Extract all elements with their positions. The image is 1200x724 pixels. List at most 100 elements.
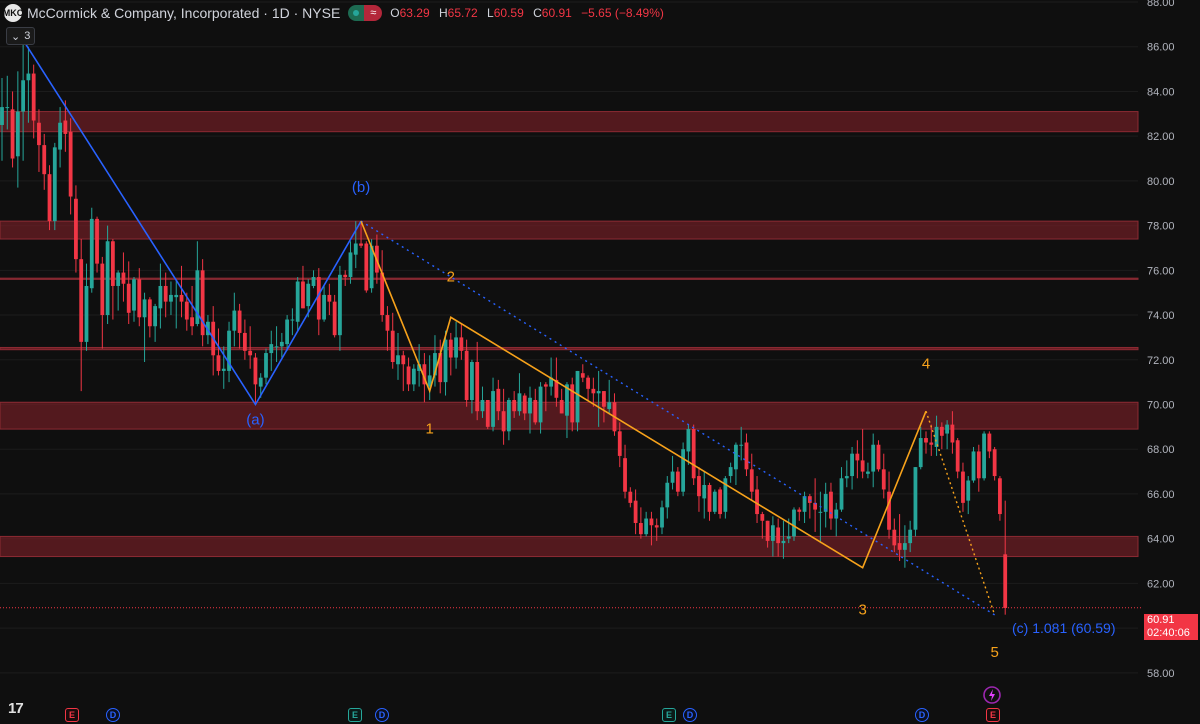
candle-body — [586, 377, 590, 389]
candle-body — [528, 397, 532, 414]
candle-body — [116, 272, 121, 286]
candle-body — [987, 433, 992, 452]
candle-body — [153, 306, 158, 327]
last-price-tag: 60.91 02:40:06 — [1144, 614, 1198, 640]
dividend-marker[interactable]: D — [915, 708, 929, 722]
candle-body — [897, 543, 902, 550]
candle-body — [697, 476, 701, 497]
candle-body — [892, 529, 897, 546]
price-zone — [0, 401, 1139, 430]
price-tick-label: 62.00 — [1147, 578, 1175, 590]
earnings-marker[interactable]: E — [986, 708, 1000, 722]
price-tick-label: 72.00 — [1147, 355, 1175, 367]
price-chart[interactable]: (a)(b)12345 58.0060.0062.0064.0066.0068.… — [0, 0, 1200, 724]
candle-body — [0, 107, 4, 125]
candle-body — [279, 341, 284, 347]
candle-body — [945, 424, 950, 434]
candle-body — [707, 484, 712, 512]
candle-body — [955, 440, 960, 472]
chart-grid — [0, 1, 1142, 674]
candle-body — [992, 449, 997, 477]
price-tick-label: 66.00 — [1147, 489, 1175, 501]
candle-body — [264, 353, 268, 378]
candle-body — [443, 339, 448, 383]
candle-body — [681, 449, 686, 492]
candle-body — [327, 294, 332, 302]
earnings-marker[interactable]: E — [348, 708, 362, 722]
market-status-pill[interactable]: ≈ — [348, 5, 383, 21]
candle-body — [818, 511, 823, 513]
orange-wave-label: 3 — [858, 602, 866, 619]
candle-body — [269, 344, 274, 354]
candle-body — [602, 391, 606, 407]
candle-body — [739, 444, 744, 446]
event-lightning-icon[interactable] — [982, 685, 1002, 705]
candle-body — [89, 218, 94, 289]
price-zone — [0, 111, 1139, 133]
candle-body — [982, 433, 986, 479]
candle-body — [866, 471, 870, 474]
candle-body — [285, 319, 290, 345]
candle-body — [786, 536, 791, 539]
dividend-marker[interactable]: D — [106, 708, 120, 722]
candle-body — [5, 107, 10, 109]
candle-body — [137, 279, 142, 318]
candle-body — [169, 294, 173, 302]
earnings-marker[interactable]: E — [65, 708, 79, 722]
candle-body — [924, 438, 928, 443]
candle-body — [665, 482, 670, 508]
candle-body — [406, 366, 411, 385]
candle-body — [623, 458, 627, 492]
candle-body — [190, 317, 194, 327]
ohlc-close-key: C — [533, 6, 542, 20]
candle-body — [348, 252, 353, 278]
candle-body — [728, 467, 733, 477]
candle-body — [359, 243, 363, 246]
market-open-icon — [348, 5, 365, 21]
candle-body — [63, 120, 68, 134]
price-tick-label: 74.00 — [1147, 310, 1175, 322]
candle-body — [802, 496, 807, 512]
candle-body — [654, 525, 659, 528]
candle-body — [686, 429, 691, 452]
candle-body — [52, 147, 57, 222]
candle-body — [712, 491, 717, 512]
candle-body — [633, 500, 638, 524]
candle-body — [237, 310, 242, 333]
price-zone — [0, 220, 1139, 240]
orange-wave-label: 4 — [922, 356, 930, 373]
candle-body — [755, 489, 759, 515]
candle-body — [607, 402, 612, 409]
company-logo-icon: MKC — [3, 4, 23, 22]
ohlc-open-value: 63.29 — [399, 6, 430, 20]
candle-body — [343, 274, 348, 278]
candle-body — [744, 442, 749, 470]
candle-body — [660, 507, 664, 528]
earnings-marker[interactable]: E — [662, 708, 676, 722]
candle-body — [95, 218, 99, 264]
price-tick-label: 78.00 — [1147, 221, 1175, 233]
price-zone — [0, 277, 1139, 280]
candle-body — [364, 243, 369, 291]
candle-body — [311, 277, 316, 286]
wave-indicator-icon: ≈ — [364, 5, 383, 21]
candle-body — [221, 368, 226, 371]
symbol-title[interactable]: McCormick & Company, Incorporated · 1D ·… — [27, 5, 340, 21]
price-axis[interactable]: 58.0060.0062.0064.0066.0068.0070.0072.00… — [1147, 0, 1175, 680]
tradingview-logo-icon[interactable]: 17 — [8, 700, 24, 717]
candle-body — [675, 471, 680, 492]
indicator-count: 3 — [24, 30, 31, 42]
price-tick-label: 58.00 — [1147, 668, 1175, 680]
fib-extension-label: (c) 1.081 (60.59) — [1012, 620, 1116, 636]
candle-body — [776, 527, 781, 544]
candle-body — [10, 109, 15, 159]
candle-body — [491, 391, 495, 427]
candle-body — [512, 400, 517, 412]
candle-body — [522, 395, 527, 414]
candle-body — [448, 339, 453, 358]
dividend-marker[interactable]: D — [375, 708, 389, 722]
candle-body — [21, 80, 26, 112]
dividend-marker[interactable]: D — [683, 708, 697, 722]
indicators-collapse-button[interactable]: ⌄ 3 — [6, 27, 36, 45]
candle-body — [301, 281, 305, 309]
